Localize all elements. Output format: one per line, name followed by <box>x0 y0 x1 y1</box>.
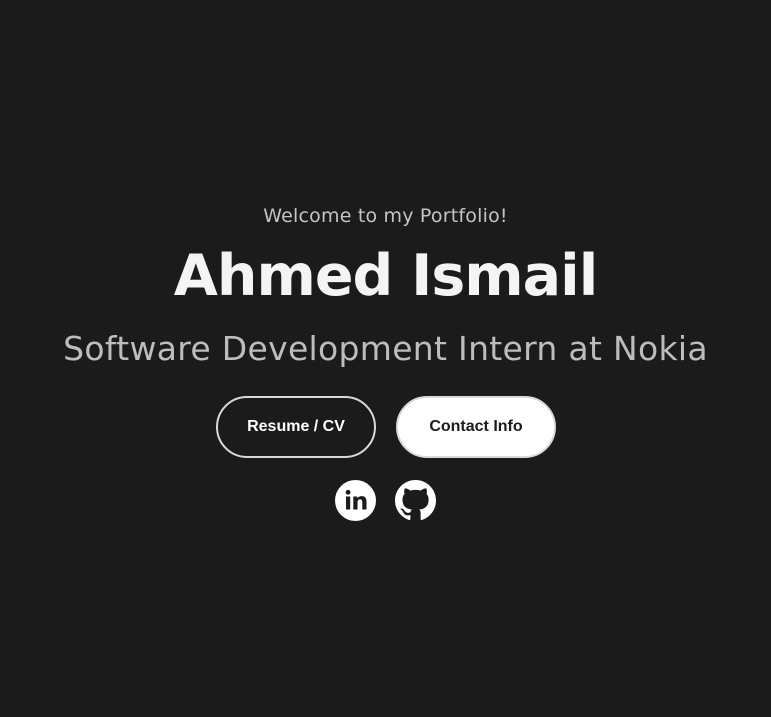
linkedin-icon <box>335 480 376 521</box>
resume-button-label: Resume / CV <box>247 418 345 435</box>
contact-info-button[interactable]: Contact Info <box>396 396 556 458</box>
github-icon <box>395 480 436 520</box>
hero-name: Ahmed Ismail <box>173 243 598 309</box>
welcome-text: Welcome to my Portfolio! <box>263 205 508 227</box>
hero-section: Welcome to my Portfolio! Ahmed Ismail So… <box>0 0 771 717</box>
resume-button[interactable]: Resume / CV <box>216 396 376 458</box>
hero-subtitle: Software Development Intern at Nokia <box>63 329 708 368</box>
contact-info-button-label: Contact Info <box>429 418 523 435</box>
linkedin-link[interactable] <box>335 480 376 521</box>
github-link[interactable] <box>395 480 436 521</box>
